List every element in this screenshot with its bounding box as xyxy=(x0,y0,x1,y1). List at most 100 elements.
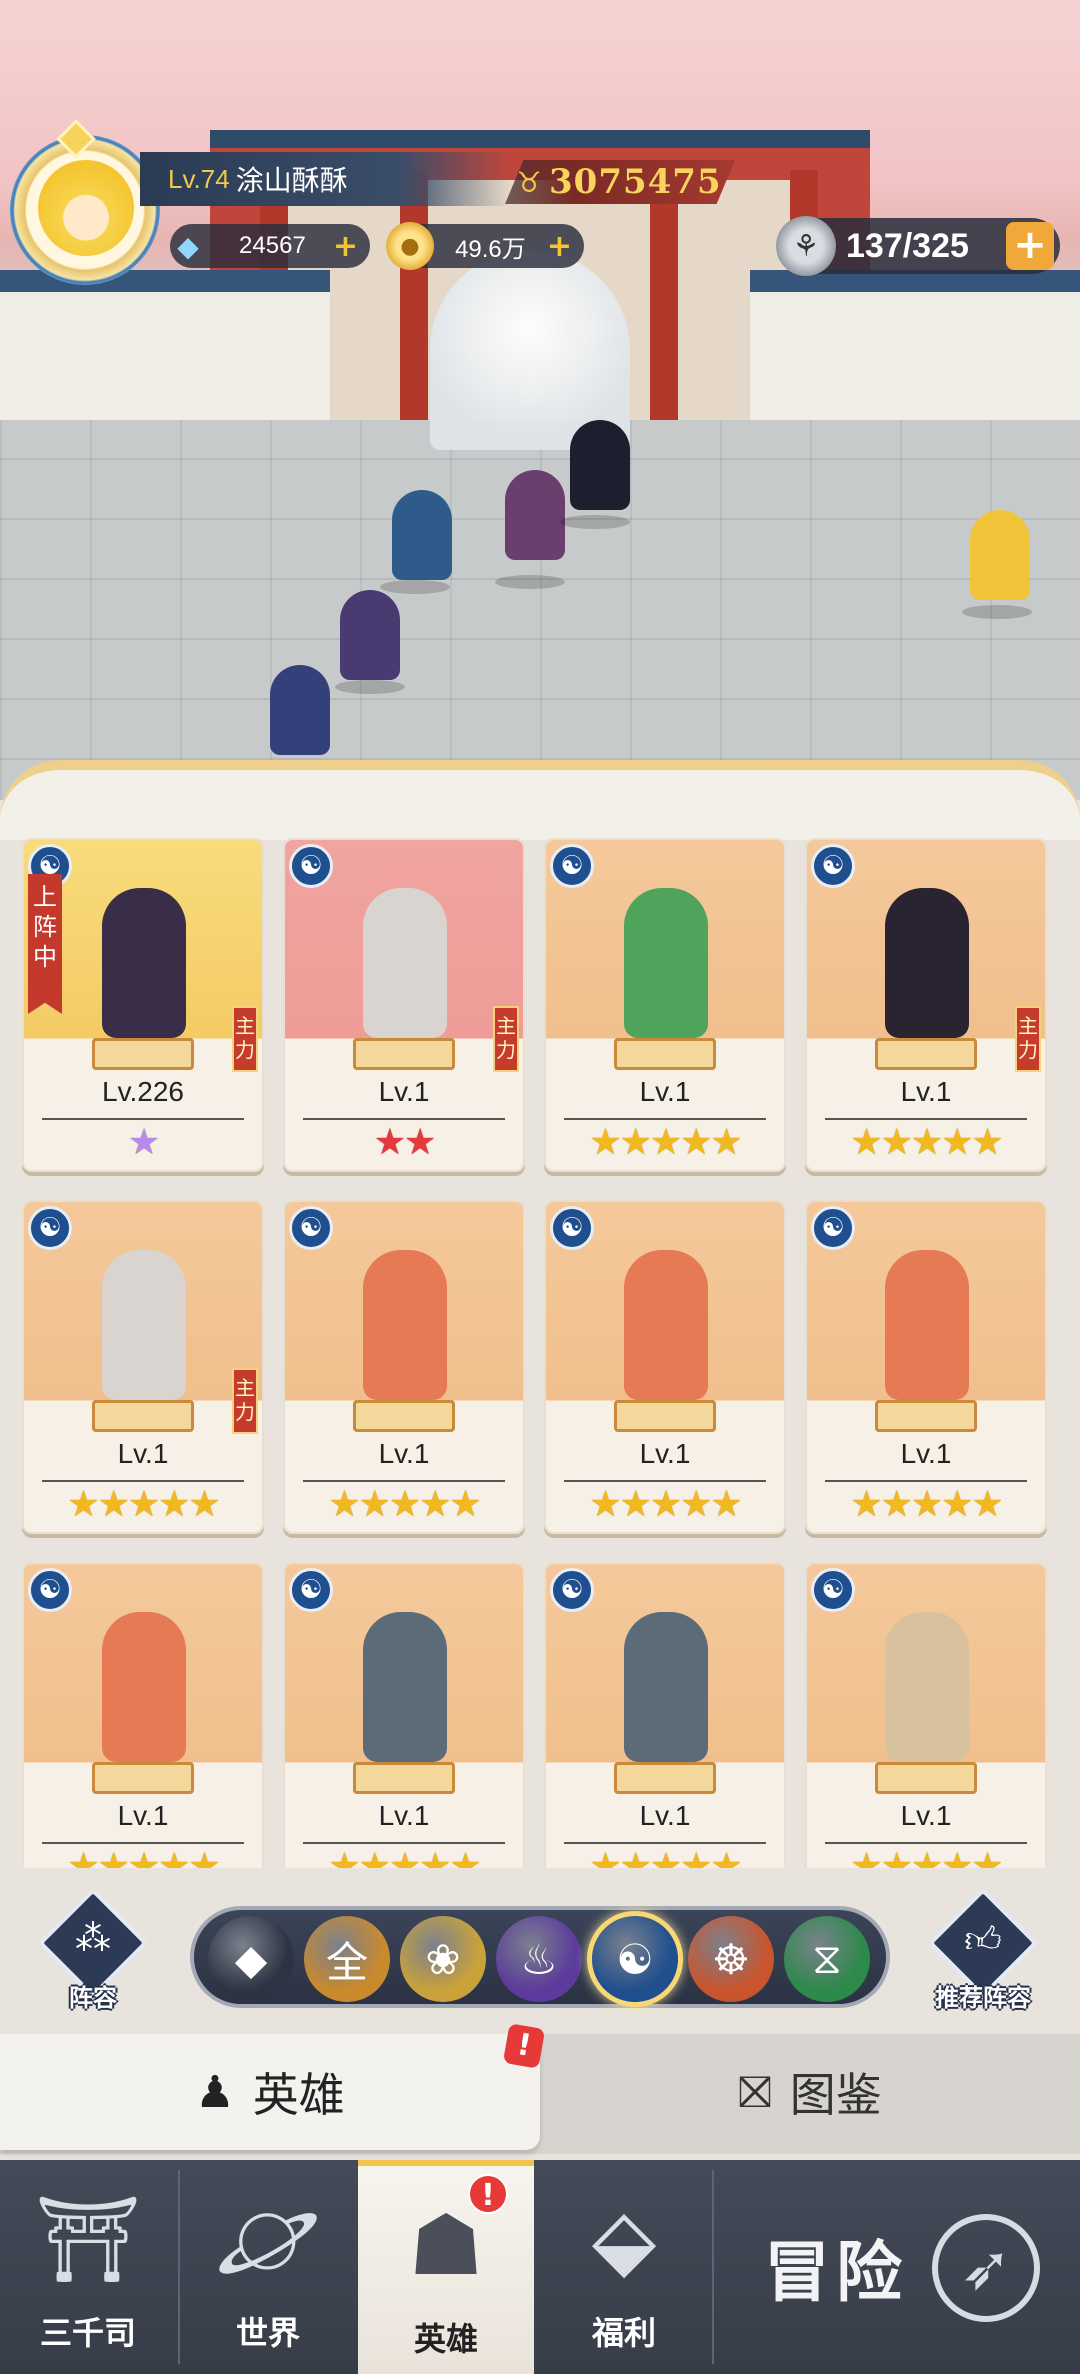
yinyang-filter-button[interactable]: ☯ xyxy=(592,1916,678,2002)
nav-world[interactable]: 🪐︎ 世界 xyxy=(180,2160,356,2374)
card-divider xyxy=(303,1842,505,1844)
hero-card[interactable]: ☯ Lv.1 ★★★★★ xyxy=(283,1200,525,1534)
hero-card[interactable]: ☯ 主力 Lv.1 ★★ xyxy=(283,838,525,1172)
add-gems-button[interactable]: + xyxy=(333,229,358,264)
faction-yinyang-icon: ☯ xyxy=(811,1568,855,1612)
nav-alert-badge: ! xyxy=(468,2174,508,2214)
hero-stars: ★★ xyxy=(373,1122,437,1163)
hero-head-icon: ☗ xyxy=(408,2196,484,2294)
hero-card[interactable]: ☯ Lv.1 ★★★★★ xyxy=(805,1200,1047,1534)
hero-pedestal xyxy=(92,1762,194,1794)
nav-adventure-label: 冒险 xyxy=(764,2233,908,2311)
add-gold-button[interactable]: + xyxy=(547,229,572,264)
hero-card[interactable]: ☯ Lv.1 ★★★★★ xyxy=(544,1200,786,1534)
scene-hero[interactable] xyxy=(340,590,400,680)
hero-pedestal xyxy=(353,1038,455,1070)
scene-hero[interactable] xyxy=(270,665,330,755)
hero-stars: ★★★★★ xyxy=(328,1484,481,1525)
hero-card[interactable]: ☯ Lv.1 ★★★★★ xyxy=(805,1562,1047,1868)
tab-alert-badge: ! xyxy=(502,2023,546,2069)
compass-icon: ➶ xyxy=(932,2214,1040,2322)
hero-capacity-counter[interactable]: ⚘ 137/325 + xyxy=(776,216,1060,276)
hero-card[interactable]: ☯ 主力 Lv.1 ★★★★★ xyxy=(805,838,1047,1172)
gold-counter[interactable]: ● 49.6万 + xyxy=(386,222,584,270)
nav-welfare-label: 福利 xyxy=(591,2314,656,2352)
thumbs-up-icon: 👍︎ xyxy=(964,1920,1002,1961)
capacity-icon: ⚘ xyxy=(776,216,836,276)
card-divider xyxy=(825,1842,1027,1844)
tab-codex[interactable]: ⛝ 图鉴 xyxy=(540,2034,1080,2150)
hero-portrait xyxy=(363,1250,447,1400)
hero-pedestal xyxy=(875,1762,977,1794)
hero-stars: ★★★★★ xyxy=(67,1846,220,1868)
hero-stars: ★★★★★ xyxy=(850,1484,1003,1525)
faction-yinyang-icon: ☯ xyxy=(811,844,855,888)
nav-heroes-label: 英雄 xyxy=(413,2320,478,2358)
hero-card[interactable]: ☯ Lv.1 ★★★★★ xyxy=(283,1562,525,1868)
lotus-icon: ❀ xyxy=(425,1934,461,1984)
hero-card[interactable]: ☯ Lv.1 ★★★★★ xyxy=(22,1562,264,1868)
tab-heroes-label: 英雄 xyxy=(252,2068,345,2122)
nav-world-label: 世界 xyxy=(235,2314,300,2352)
main-force-badge: 主力 xyxy=(232,1006,258,1072)
scene-hero[interactable] xyxy=(970,510,1030,600)
hero-portrait xyxy=(102,888,186,1038)
avatar[interactable] xyxy=(38,160,134,256)
hero-portrait xyxy=(102,1250,186,1400)
lotus-filter-button[interactable]: ❀ xyxy=(400,1916,486,2002)
hero-stars: ★★★★★ xyxy=(850,1846,1003,1868)
add-capacity-button[interactable]: + xyxy=(1006,222,1054,270)
hero-level: Lv.1 xyxy=(639,1438,691,1469)
tab-heroes[interactable]: ♟ 英雄 xyxy=(0,2034,540,2150)
hero-pedestal xyxy=(353,1762,455,1794)
hero-stars: ★★★★★ xyxy=(589,1122,742,1163)
tank-class-icon: ◆ xyxy=(234,1934,268,1984)
faction-yinyang-icon: ☯ xyxy=(289,844,333,888)
yinyang-icon: ☯ xyxy=(616,1934,654,1984)
faction-yinyang-icon: ☯ xyxy=(28,1206,72,1250)
tank-class-filter-button[interactable]: ◆ xyxy=(208,1916,294,2002)
hero-stars: ★★★★★ xyxy=(850,1122,1003,1163)
hero-card[interactable]: ☯ Lv.1 ★★★★★ xyxy=(544,1562,786,1868)
hero-pedestal xyxy=(92,1038,194,1070)
gem-value: 24567 xyxy=(239,232,306,259)
hero-portrait xyxy=(624,888,708,1038)
all-filter-button[interactable]: 全 xyxy=(304,1916,390,2002)
scene-hero[interactable] xyxy=(505,470,565,560)
hero-portrait xyxy=(363,888,447,1038)
pillar xyxy=(650,170,678,440)
nav-welfare[interactable]: ⬙ 福利 xyxy=(536,2160,712,2374)
meditate-filter-button[interactable]: ☸ xyxy=(688,1916,774,2002)
recommend-lineup-label: 推荐阵容 xyxy=(935,1984,1031,2012)
faction-yinyang-icon: ☯ xyxy=(811,1206,855,1250)
hero-level: Lv.1 xyxy=(639,1076,691,1107)
hero-silhouette-icon: ♟ xyxy=(195,2066,235,2118)
hero-level: Lv.1 xyxy=(639,1800,691,1831)
nav-adventure[interactable]: 冒险 ➶ xyxy=(714,2160,1080,2374)
hero-level: Lv.1 xyxy=(117,1800,169,1831)
player-name: 涂山酥酥 xyxy=(235,164,348,197)
hero-level: Lv.1 xyxy=(378,1438,430,1469)
gem-counter[interactable]: ◆ 24567 + xyxy=(170,224,370,268)
lineup-button[interactable]: ⁂ 阵容 xyxy=(37,1887,149,2012)
fire-filter-button[interactable]: ♨ xyxy=(496,1916,582,2002)
gold-coin-icon: ● xyxy=(386,222,434,270)
nav-sanqiansi[interactable]: ⛩ 三千司 xyxy=(0,2160,176,2374)
deployed-badge: 上阵中 xyxy=(28,874,62,1014)
hero-level: Lv.1 xyxy=(900,1076,952,1107)
hero-stars: ★★★★★ xyxy=(589,1484,742,1525)
scene-hero[interactable] xyxy=(570,420,630,510)
hero-card[interactable]: ☯ 主力 Lv.1 ★★★★★ xyxy=(22,1200,264,1534)
dna-filter-button[interactable]: ⧖ xyxy=(784,1916,870,2002)
hero-tabs: ♟ 英雄 ! ⛝ 图鉴 xyxy=(0,2023,1080,2154)
planet-icon: 🪐︎ xyxy=(214,2190,322,2288)
faction-yinyang-icon: ☯ xyxy=(289,1206,333,1250)
player-name-bar[interactable]: Lv.74 涂山酥酥 xyxy=(140,152,510,206)
hero-portrait xyxy=(885,1250,969,1400)
hero-card[interactable]: ☯ 上阵中 主力 Lv.226 ★ xyxy=(22,838,264,1172)
main-force-badge: 主力 xyxy=(1015,1006,1041,1072)
main-force-badge: 主力 xyxy=(493,1006,519,1072)
recommend-lineup-button[interactable]: 👍︎ 推荐阵容 xyxy=(927,1887,1039,2012)
hero-card[interactable]: ☯ Lv.1 ★★★★★ xyxy=(544,838,786,1172)
scene-hero[interactable] xyxy=(392,490,452,580)
